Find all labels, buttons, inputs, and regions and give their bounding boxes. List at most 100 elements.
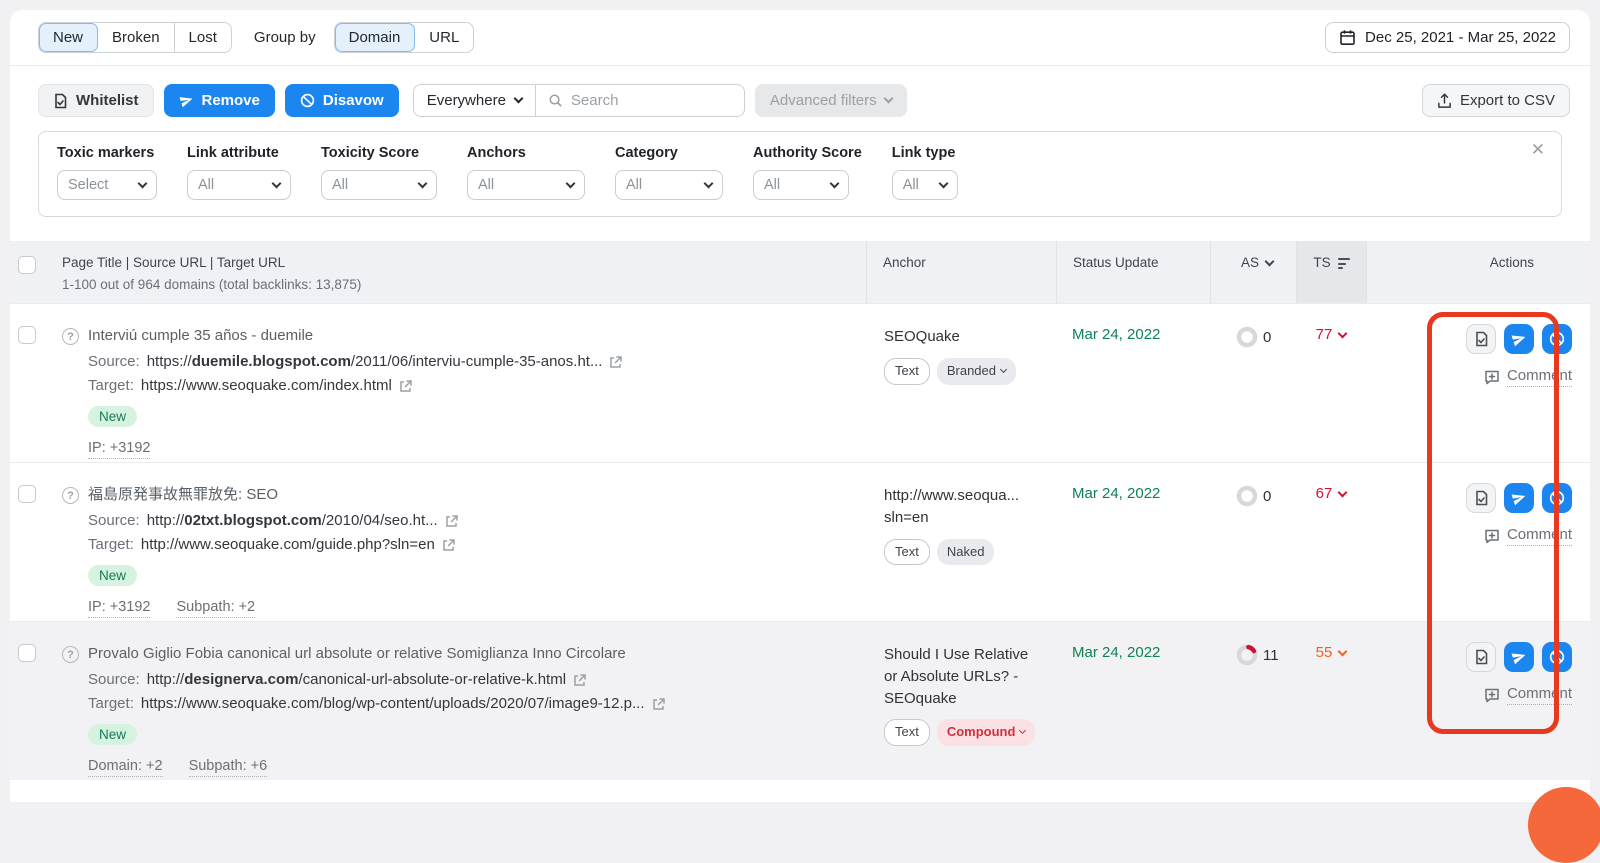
filter-label: Toxicity Score: [321, 145, 437, 161]
filter-field: Toxic markersSelect: [57, 145, 157, 200]
date-range-picker[interactable]: Dec 25, 2021 - Mar 25, 2022: [1325, 22, 1570, 53]
filter-select[interactable]: All: [753, 170, 849, 200]
source-url[interactable]: http://02txt.blogspot.com/2010/04/seo.ht…: [147, 512, 438, 529]
comment-button[interactable]: Comment: [1484, 685, 1572, 705]
tab-broken[interactable]: Broken: [98, 23, 175, 52]
expand-link[interactable]: Subpath: +6: [189, 758, 268, 777]
send-icon: [179, 93, 194, 108]
close-icon[interactable]: ✕: [1531, 140, 1545, 160]
search-input[interactable]: [571, 92, 721, 109]
row-whitelist-button[interactable]: [1466, 483, 1496, 513]
question-icon[interactable]: ?: [62, 487, 79, 504]
search-scope-value: Everywhere: [427, 92, 506, 109]
target-url[interactable]: https://www.seoquake.com/index.html: [141, 377, 392, 394]
whitelist-button[interactable]: Whitelist: [38, 84, 154, 117]
row-remove-button[interactable]: [1504, 324, 1534, 354]
filter-select[interactable]: All: [187, 170, 291, 200]
external-link-icon[interactable]: [445, 514, 459, 528]
search-scope-dropdown[interactable]: Everywhere: [414, 85, 536, 116]
filter-select[interactable]: Select: [57, 170, 157, 200]
question-icon[interactable]: ?: [62, 328, 79, 345]
anchor-tags: Text Branded: [884, 358, 1042, 385]
row-checkbox[interactable]: [18, 326, 36, 344]
tab-group-url[interactable]: URL: [415, 23, 473, 52]
toxicity-score[interactable]: 67: [1296, 463, 1366, 621]
toxicity-score[interactable]: 77: [1296, 304, 1366, 462]
filter-select[interactable]: All: [615, 170, 723, 200]
anchor-tag-branded[interactable]: Branded: [937, 358, 1016, 385]
source-label: Source:: [88, 353, 140, 370]
question-icon[interactable]: ?: [62, 646, 79, 663]
filter-select[interactable]: All: [321, 170, 437, 200]
row-disavow-button[interactable]: [1542, 324, 1572, 354]
filter-field: Toxicity Score All: [321, 145, 437, 200]
anchor-tag-text[interactable]: Text: [884, 719, 930, 746]
export-csv-button[interactable]: Export to CSV: [1422, 84, 1570, 117]
anchor-tag-compound[interactable]: Compound: [937, 719, 1036, 746]
target-url[interactable]: http://www.seoquake.com/guide.php?sln=en: [141, 536, 435, 553]
source-label: Source:: [88, 512, 140, 529]
remove-button[interactable]: Remove: [164, 84, 275, 117]
external-link-icon[interactable]: [442, 538, 456, 552]
row-disavow-button[interactable]: [1542, 642, 1572, 672]
external-link-icon[interactable]: [652, 697, 666, 711]
source-url[interactable]: https://duemile.blogspot.com/2011/06/int…: [147, 353, 603, 370]
feedback-fab[interactable]: [1528, 787, 1600, 863]
send-icon: [1511, 490, 1527, 506]
comment-button[interactable]: Comment: [1484, 526, 1572, 546]
ts-label: TS: [1313, 255, 1330, 270]
tab-group-domain[interactable]: Domain: [335, 23, 416, 52]
ts-value: 55: [1316, 644, 1333, 661]
table-header: Page Title | Source URL | Target URL 1-1…: [10, 241, 1590, 303]
column-status-update[interactable]: Status Update: [1056, 241, 1210, 303]
filter-select[interactable]: All: [892, 170, 958, 200]
row-remove-button[interactable]: [1504, 483, 1534, 513]
row-whitelist-button[interactable]: [1466, 324, 1496, 354]
filter-field: Authority ScoreAll: [753, 145, 862, 200]
expand-link[interactable]: IP: +3192: [88, 440, 150, 459]
search-icon: [548, 93, 563, 108]
external-link-icon[interactable]: [573, 673, 587, 687]
authority-score: 11: [1210, 622, 1296, 780]
backlink-audit-panel: New Broken Lost Group by Domain URL Dec …: [10, 10, 1590, 802]
tab-lost[interactable]: Lost: [175, 23, 231, 52]
source-url[interactable]: http://designerva.com/canonical-url-abso…: [147, 671, 566, 688]
filter-label: Link attribute: [187, 145, 291, 161]
toxicity-score[interactable]: 55: [1296, 622, 1366, 780]
column-as[interactable]: AS: [1210, 241, 1296, 303]
advanced-filters-button[interactable]: Advanced filters: [755, 84, 907, 117]
filter-select[interactable]: All: [467, 170, 585, 200]
new-badge: New: [88, 565, 137, 586]
row-remove-button[interactable]: [1504, 642, 1534, 672]
comment-button[interactable]: Comment: [1484, 367, 1572, 387]
column-anchor[interactable]: Anchor: [866, 241, 1056, 303]
page-title: 福島原発事故無罪放免: SEO: [88, 485, 459, 505]
expand-link[interactable]: Subpath: +2: [176, 599, 255, 618]
page-title: Provalo Giglio Fobia canonical url absol…: [88, 644, 666, 664]
target-label: Target:: [88, 377, 134, 394]
external-link-icon[interactable]: [609, 355, 623, 369]
group-by-tabs: Domain URL: [334, 22, 475, 53]
select-all-checkbox[interactable]: [18, 256, 36, 274]
chevron-down-icon: [1265, 257, 1275, 267]
ts-value: 77: [1316, 326, 1333, 343]
column-ts[interactable]: TS: [1296, 241, 1366, 303]
remove-label: Remove: [202, 92, 260, 109]
row-checkbox[interactable]: [18, 644, 36, 662]
anchor-tag-text[interactable]: Text: [884, 539, 930, 566]
disavow-button[interactable]: Disavow: [285, 84, 399, 117]
expand-link[interactable]: Domain: +2: [88, 758, 163, 777]
row-meta: Domain: +2 Subpath: +6: [88, 758, 666, 777]
top-bar: New Broken Lost Group by Domain URL Dec …: [10, 10, 1590, 66]
target-url[interactable]: https://www.seoquake.com/blog/wp-content…: [141, 695, 645, 712]
row-disavow-button[interactable]: [1542, 483, 1572, 513]
external-link-icon[interactable]: [399, 379, 413, 393]
status-update-date: Mar 24, 2022: [1056, 463, 1210, 621]
tab-new[interactable]: New: [39, 23, 98, 52]
row-whitelist-button[interactable]: [1466, 642, 1496, 672]
anchor-tag-text[interactable]: Text: [884, 358, 930, 385]
target-label: Target:: [88, 536, 134, 553]
row-checkbox[interactable]: [18, 485, 36, 503]
anchor-tag-naked[interactable]: Naked: [937, 539, 995, 566]
expand-link[interactable]: IP: +3192: [88, 599, 150, 618]
